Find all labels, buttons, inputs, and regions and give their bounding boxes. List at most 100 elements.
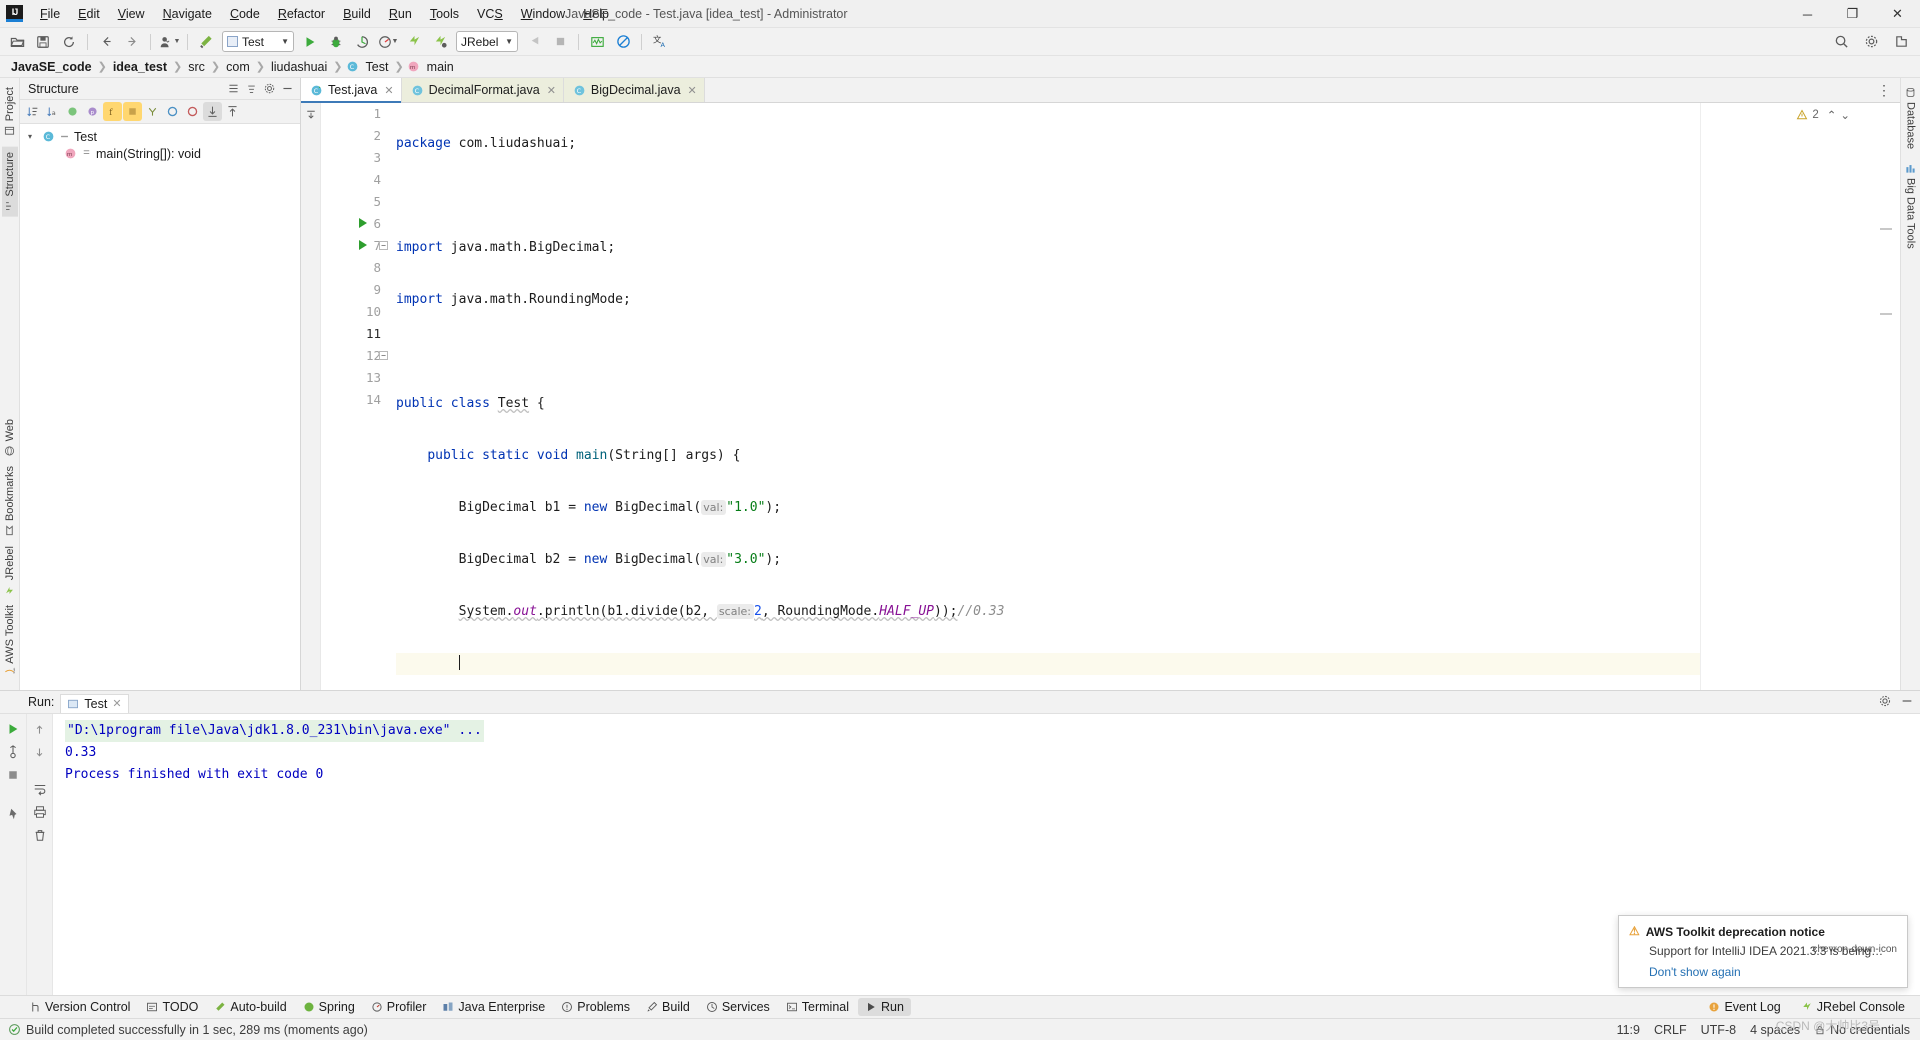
menu-tools[interactable]: Tools: [421, 2, 468, 26]
bottom-item-jrebel-console[interactable]: JRebel Console: [1794, 998, 1912, 1016]
breadcrumb-item-package[interactable]: liudashuai: [268, 60, 330, 74]
show-anonymous-icon[interactable]: [143, 102, 162, 121]
fold-icon-method[interactable]: −: [379, 241, 388, 250]
autoscroll-to-source-icon[interactable]: [203, 102, 222, 121]
bottom-item-java-enterprise[interactable]: Java Enterprise: [435, 998, 552, 1016]
bottom-item-run[interactable]: Run: [858, 998, 911, 1016]
bottom-item-build[interactable]: Build: [639, 998, 697, 1016]
show-inherited-icon[interactable]: [63, 102, 82, 121]
status-caret-position[interactable]: 11:9: [1617, 1023, 1640, 1037]
menu-code[interactable]: Code: [221, 2, 269, 26]
menu-vcs[interactable]: VCS: [468, 2, 512, 26]
status-line-separator[interactable]: CRLF: [1654, 1023, 1687, 1037]
chevron-down-icon-notif[interactable]: chevron-down-icon: [1813, 944, 1898, 955]
run-gutter-marker-class[interactable]: [359, 218, 367, 228]
jrebel-selector[interactable]: JRebel ▼: [456, 31, 518, 52]
autoscroll-from-source-icon[interactable]: [223, 102, 242, 121]
menu-run[interactable]: Run: [380, 2, 421, 26]
breadcrumb-item-module[interactable]: idea_test: [110, 60, 170, 74]
scroll-up-icon[interactable]: [29, 718, 51, 740]
collapse-all-icon[interactable]: [242, 80, 260, 98]
close-icon-tab-test[interactable]: ✕: [384, 84, 393, 97]
tab-test-java[interactable]: C Test.java ✕: [301, 78, 402, 103]
arrow-left-icon[interactable]: [94, 31, 118, 53]
bottom-item-spring[interactable]: Spring: [296, 998, 362, 1016]
stop-process-icon[interactable]: [2, 764, 24, 786]
inspection-widget[interactable]: 2 ⌃ ⌄: [1796, 108, 1850, 122]
jrebel-run-icon[interactable]: [402, 31, 426, 53]
breadcrumb-item-method[interactable]: m main: [407, 60, 457, 74]
open-folder-icon[interactable]: [5, 31, 29, 53]
run-play-icon[interactable]: [298, 31, 322, 53]
menu-refactor[interactable]: Refactor: [269, 2, 334, 26]
breadcrumb-item-project[interactable]: JavaSE_code: [8, 60, 95, 74]
maximize-button[interactable]: ❐: [1830, 0, 1875, 28]
menu-file[interactable]: File: [31, 2, 69, 26]
status-build-message[interactable]: Build completed successfully in 1 sec, 2…: [8, 1023, 368, 1037]
more-tabs-icon[interactable]: ⋮: [1877, 82, 1892, 99]
show-properties-icon[interactable]: p: [83, 102, 102, 121]
expand-all-icon[interactable]: [224, 80, 242, 98]
bottom-item-version-control[interactable]: Version Control: [22, 998, 137, 1016]
refresh-icon[interactable]: [57, 31, 81, 53]
stop-icon[interactable]: [548, 31, 572, 53]
gear-icon[interactable]: [1859, 31, 1883, 53]
fold-icon-method-end[interactable]: −: [379, 351, 388, 360]
bottom-item-services[interactable]: Services: [699, 998, 777, 1016]
notification-popup[interactable]: ⚠ AWS Toolkit deprecation notice Support…: [1618, 915, 1908, 988]
sidebar-item-structure[interactable]: Structure: [1, 147, 18, 217]
show-fields-icon[interactable]: f: [103, 102, 122, 121]
prev-problem-icon[interactable]: ⌃: [1827, 108, 1837, 122]
expand-editor-icon[interactable]: [305, 109, 317, 121]
tree-node-method[interactable]: m main(String[]): void: [20, 145, 300, 162]
debug-bug-icon[interactable]: [324, 31, 348, 53]
tab-decimalformat-java[interactable]: C DecimalFormat.java ✕: [401, 78, 564, 102]
chevron-down-icon-tree[interactable]: ▾: [28, 132, 38, 141]
run-settings-gear-icon[interactable]: [1878, 694, 1892, 711]
search-everywhere-icon[interactable]: [1829, 31, 1853, 53]
menu-navigate[interactable]: Navigate: [154, 2, 221, 26]
print-icon[interactable]: [29, 801, 51, 823]
run-configuration-selector[interactable]: Test ▼: [222, 31, 294, 52]
show-non-public-icon[interactable]: [123, 102, 142, 121]
show-private-icon[interactable]: [183, 102, 202, 121]
sidebar-item-project[interactable]: Project: [2, 82, 18, 141]
minimize-button[interactable]: ─: [1785, 0, 1830, 28]
run-with-coverage-icon[interactable]: [350, 31, 374, 53]
jrebel-monitor-icon[interactable]: [585, 31, 609, 53]
close-icon-run-tab[interactable]: ✕: [112, 697, 121, 710]
bottom-item-todo[interactable]: TODO: [139, 998, 205, 1016]
structure-gear-icon[interactable]: [260, 80, 278, 98]
user-profile-icon[interactable]: ▼: [157, 31, 181, 53]
editor-marker-2[interactable]: [1880, 313, 1892, 315]
rerun-failed-tests-icon[interactable]: [2, 741, 24, 763]
save-icon[interactable]: [31, 31, 55, 53]
sidebar-item-web[interactable]: Web: [2, 414, 18, 461]
jrebel-debug-icon[interactable]: [428, 31, 452, 53]
status-encoding[interactable]: UTF-8: [1701, 1023, 1736, 1037]
attach-icon[interactable]: [522, 31, 546, 53]
sidebar-item-database[interactable]: Database: [1903, 82, 1919, 154]
menu-view[interactable]: View: [109, 2, 154, 26]
translate-icon[interactable]: 文A: [648, 31, 672, 53]
editor-marker[interactable]: [1880, 228, 1892, 230]
menu-edit[interactable]: Edit: [69, 2, 109, 26]
menu-build[interactable]: Build: [334, 2, 380, 26]
hammer-icon[interactable]: [194, 31, 218, 53]
sidebar-item-bigdata[interactable]: Big Data Tools: [1903, 158, 1919, 254]
run-gutter-marker-main[interactable]: [359, 240, 367, 250]
bottom-item-terminal[interactable]: Terminal: [779, 998, 856, 1016]
close-button[interactable]: ✕: [1875, 0, 1920, 28]
scroll-down-icon[interactable]: [29, 741, 51, 763]
tree-node-class[interactable]: ▾ C Test: [20, 128, 300, 145]
tab-bigdecimal-java[interactable]: C BigDecimal.java ✕: [563, 78, 705, 102]
show-public-icon[interactable]: [163, 102, 182, 121]
sidebar-item-bookmarks[interactable]: Bookmarks: [2, 461, 18, 541]
arrow-right-icon[interactable]: [120, 31, 144, 53]
sort-by-type-icon[interactable]: [23, 102, 42, 121]
notification-dismiss-link[interactable]: Don't show again: [1649, 965, 1897, 979]
rerun-icon[interactable]: [2, 718, 24, 740]
run-tab-test[interactable]: Test ✕: [60, 693, 129, 713]
sidebar-item-jrebel[interactable]: JRebel: [2, 541, 18, 600]
bottom-item-profiler[interactable]: Profiler: [364, 998, 434, 1016]
